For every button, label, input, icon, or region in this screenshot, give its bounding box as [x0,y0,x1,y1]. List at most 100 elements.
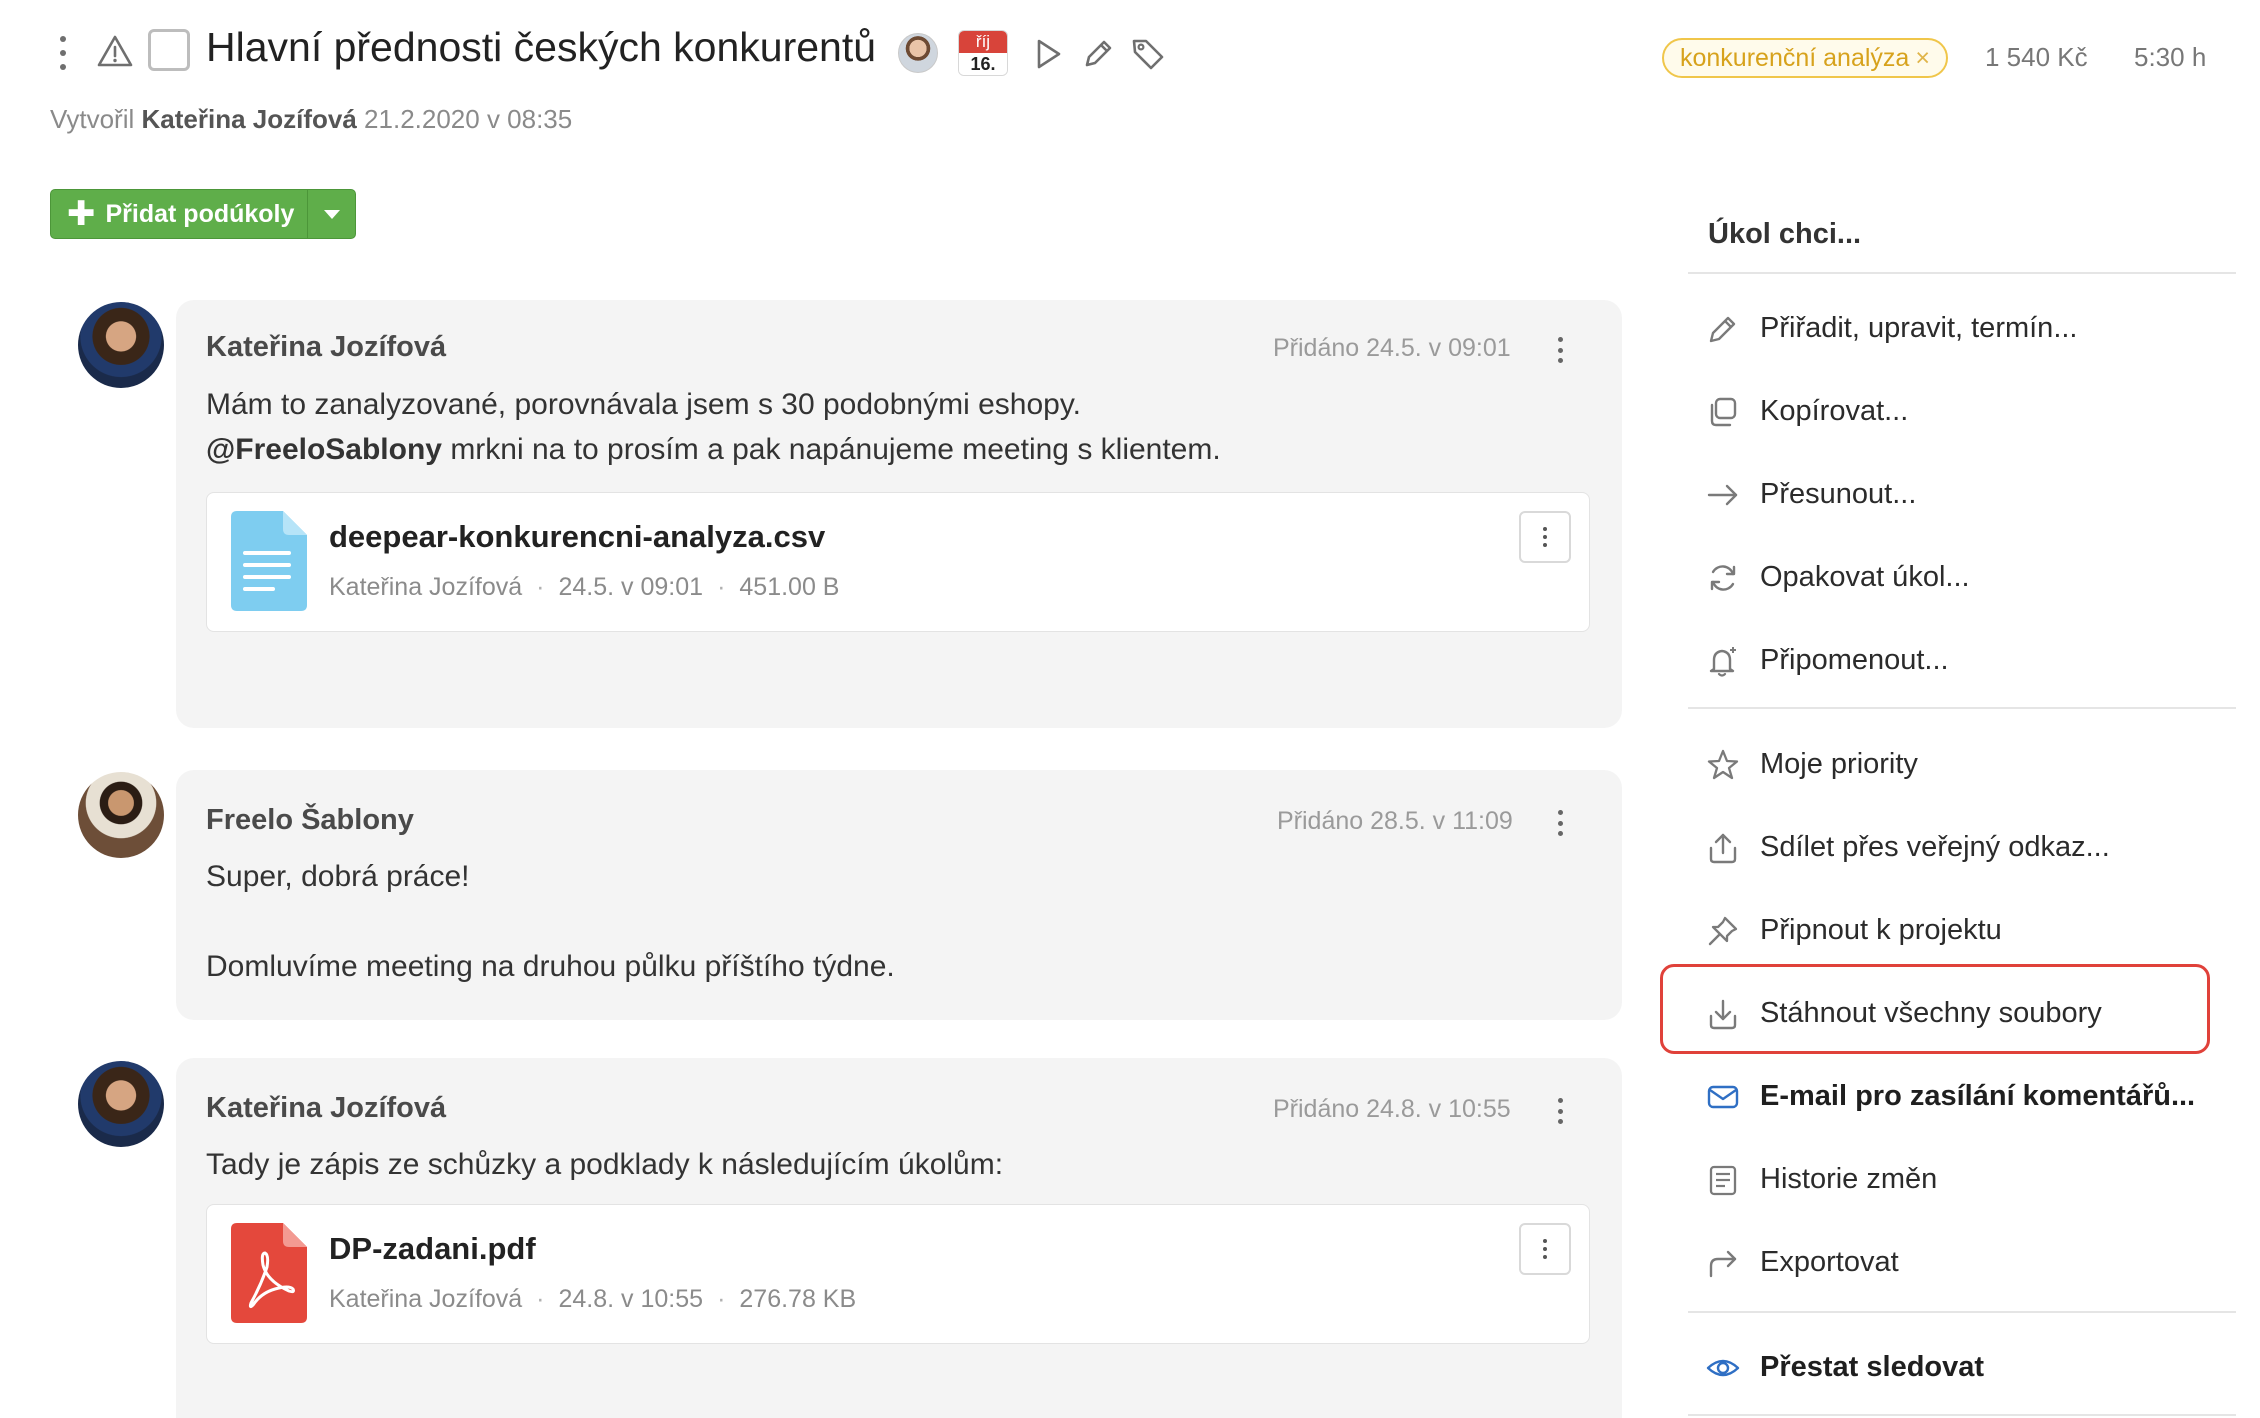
menu-item-label: Přesunout... [1760,478,1917,510]
task-title[interactable]: Hlavní přednosti českých konkurentů [206,24,876,71]
menu-item-email-comments[interactable]: E-mail pro zasílání komentářů... [1688,1068,2208,1124]
task-created-info: Vytvořil Kateřina Jozífová 21.2.2020 v 0… [50,104,572,135]
file-size: 276.78 KB [739,1285,857,1313]
menu-item-label: Přestat sledovat [1760,1351,1985,1383]
caret-down-icon [323,209,340,219]
comment-text: Super, dobrá práce! [206,860,470,893]
add-subtasks-button[interactable]: ✚ Přidat podúkoly [50,189,356,239]
menu-item-remind[interactable]: Připomenout... [1688,632,2208,688]
comment-menu-icon[interactable] [1556,810,1564,836]
plus-icon: ✚ [67,195,96,233]
menu-item-label: Připomenout... [1760,644,1949,676]
menu-item-move[interactable]: Přesunout... [1688,466,2208,522]
comment-author[interactable]: Kateřina Jozífová [206,331,446,364]
comment-text: Tady je zápis ze schůzky a podklady k ná… [206,1148,1004,1181]
menu-item-label: Historie změn [1760,1163,1938,1195]
highlight-outline [1660,964,2210,1054]
comment-text: Domluvíme meeting na druhou půlku příští… [206,950,895,983]
menu-item-copy[interactable]: Kopírovat... [1688,383,2208,439]
remove-tag-icon[interactable]: × [1915,44,1930,72]
file-meta: Kateřina Jozífová · 24.8. v 10:55 · 276.78 K… [329,1285,857,1313]
file-date: 24.8. v 10:55 [558,1285,704,1313]
file-attachment[interactable]: deepear-konkurencni-analyza.csv Kateřina… [206,492,1590,632]
menu-item-label: Připnout k projektu [1760,914,2002,946]
comment-date: Přidáno 24.5. v 09:01 [1273,334,1511,362]
comment-menu-icon[interactable] [1556,1098,1564,1124]
created-prefix: Vytvořil [50,104,135,134]
task-menu-icon[interactable] [58,36,68,70]
menu-item-label: Moje priority [1760,748,1918,780]
task-menu-heading: Úkol chci... [1708,218,1862,250]
file-author: Kateřina Jozífová [329,1285,523,1313]
created-date: 21.2.2020 v 08:35 [364,104,573,134]
arrow-right-icon [1707,484,1738,506]
menu-item-label: E-mail pro zasílání komentářů... [1760,1080,2196,1112]
comment-menu-icon[interactable] [1556,337,1564,363]
menu-item-pin-to-project[interactable]: Připnout k projektu [1688,902,2208,958]
star-icon [1707,749,1739,780]
menu-item-export[interactable]: Exportovat [1688,1234,2208,1290]
pin-icon [1708,916,1738,946]
menu-divider [1688,707,2236,709]
menu-item-assign-edit[interactable]: Přiřadit, upravit, termín... [1688,300,2208,356]
menu-item-label: Opakovat úkol... [1760,561,1970,593]
bell-icon [1709,647,1736,677]
file-meta: Kateřina Jozífová · 24.5. v 09:01 · 451.00 B [329,573,840,601]
menu-item-unfollow[interactable]: Přestat sledovat [1688,1339,2208,1395]
menu-item-label: Kopírovat... [1760,395,1909,427]
file-author: Kateřina Jozífová [329,573,523,601]
task-hours: 5:30 h [2134,42,2207,72]
menu-item-change-history[interactable]: Historie změn [1688,1151,2208,1207]
pencil-icon [1709,316,1736,343]
file-menu-button[interactable] [1519,1223,1571,1275]
menu-divider [1688,1414,2236,1416]
edit-pencil-icon[interactable] [1080,36,1116,72]
add-subtasks-label: Přidat podúkoly [105,199,295,228]
export-icon [1709,1250,1737,1278]
add-subtasks-main[interactable]: ✚ Přidat podúkoly [51,190,307,238]
mention-link[interactable]: @FreeloSablony [206,433,442,466]
created-author[interactable]: Kateřina Jozífová [142,104,357,134]
menu-item-label: Sdílet přes veřejný odkaz... [1760,831,2110,863]
menu-item-repeat[interactable]: Opakovat úkol... [1688,549,2208,605]
pdf-icon [231,1223,307,1323]
menu-divider [1688,272,2236,274]
assignee-avatar[interactable] [898,33,938,73]
due-date-calendar-icon[interactable]: říj 16. [958,30,1008,76]
comment-date: Přidáno 28.5. v 11:09 [1277,807,1513,835]
task-header: Hlavní přednosti českých konkurentů říj … [0,0,2260,134]
avatar[interactable] [78,772,164,858]
file-name[interactable]: deepear-konkurencni-analyza.csv [329,519,825,555]
email-icon [1707,1085,1739,1109]
menu-item-label: Exportovat [1760,1246,1899,1278]
comment-line: Mám to zanalyzované, porovnávala jsem s … [206,388,1081,421]
avatar[interactable] [78,1061,164,1147]
comment-author[interactable]: Freelo Šablony [206,804,414,837]
menu-item-label: Přiřadit, upravit, termín... [1760,312,2078,344]
avatar[interactable] [78,302,164,388]
warning-icon[interactable] [97,34,133,68]
share-icon [1709,833,1737,864]
file-size: 451.00 B [739,573,840,601]
comment-line: @FreeloSablony mrkni na to prosím a pak … [206,427,1221,472]
comment-date: Přidáno 24.8. v 10:55 [1273,1095,1511,1123]
play-icon[interactable] [1030,36,1066,72]
menu-item-share-link[interactable]: Sdílet přes veřejný odkaz... [1688,819,2208,875]
due-date-month: říj [959,31,1007,53]
menu-item-my-priorities[interactable]: Moje priority [1688,736,2208,792]
add-subtasks-dropdown[interactable] [307,190,355,238]
tag-icon[interactable] [1130,36,1166,72]
comment-line-rest: mrkni na to prosím a pak napánujeme meet… [441,433,1221,466]
task-complete-checkbox[interactable] [148,29,190,71]
file-attachment[interactable]: DP-zadani.pdf Kateřina Jozífová · 24.8. v … [206,1204,1590,1344]
label-tag[interactable]: konkurenční analýza × [1662,38,1948,78]
file-menu-button[interactable] [1519,511,1571,563]
history-icon [1709,1165,1737,1196]
comment-author[interactable]: Kateřina Jozífová [206,1092,446,1125]
file-name[interactable]: DP-zadani.pdf [329,1231,536,1267]
due-date-day: 16. [959,53,1007,75]
file-date: 24.5. v 09:01 [558,573,704,601]
document-icon [231,511,307,611]
eye-icon [1706,1359,1740,1377]
repeat-icon [1710,565,1736,591]
